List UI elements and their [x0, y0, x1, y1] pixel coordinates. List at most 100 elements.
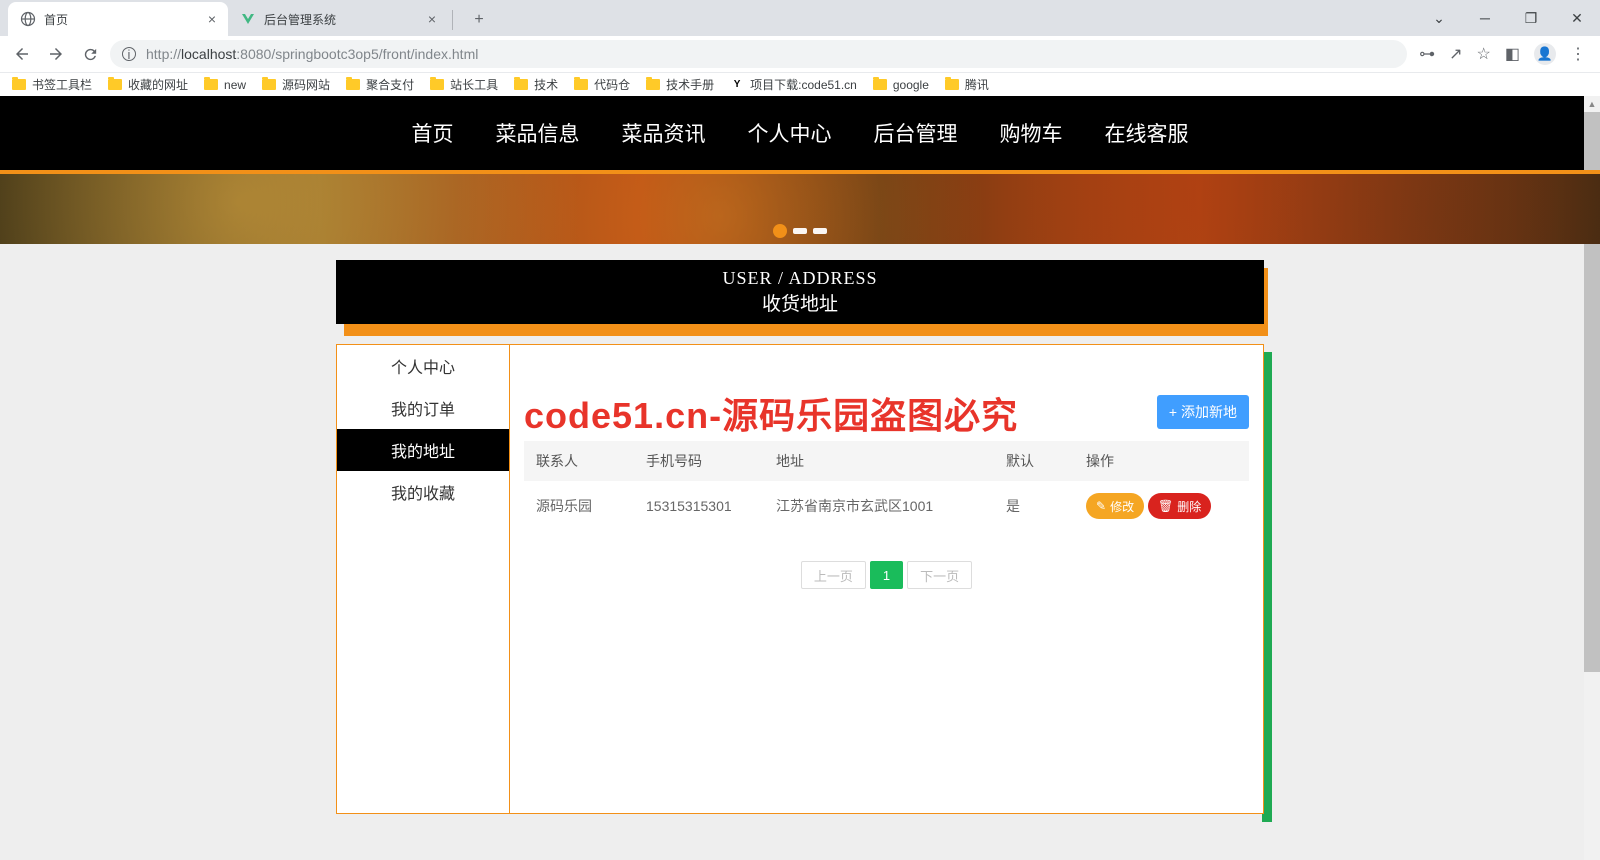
- maximize-button[interactable]: ❐: [1508, 0, 1554, 36]
- bookmark-item[interactable]: 源码网站: [262, 76, 330, 93]
- panel-icon[interactable]: ◧: [1505, 44, 1520, 64]
- url-text: http://localhost:8080/springbootc3op5/fr…: [146, 46, 1395, 62]
- bookmark-item[interactable]: 代码仓: [574, 76, 630, 93]
- add-address-button[interactable]: + 添加新地: [1157, 395, 1249, 429]
- star-icon[interactable]: ☆: [1477, 44, 1491, 64]
- page-number-button[interactable]: 1: [870, 561, 903, 589]
- sidebar-item-address[interactable]: 我的地址: [337, 429, 509, 471]
- tab-home[interactable]: 首页 ×: [8, 2, 228, 36]
- bookmark-item[interactable]: new: [204, 78, 246, 92]
- main-box: 个人中心 我的订单 我的地址 我的收藏 code51.cn-源码乐园盗图必究 +…: [336, 344, 1264, 814]
- nav-admin[interactable]: 后台管理: [874, 118, 958, 148]
- bookmark-item[interactable]: 收藏的网址: [108, 76, 188, 93]
- th-contact: 联系人: [524, 441, 634, 481]
- nav-news[interactable]: 菜品资讯: [622, 118, 706, 148]
- prev-page-button[interactable]: 上一页: [801, 561, 866, 589]
- carousel-dot-3[interactable]: [813, 228, 827, 234]
- delete-button[interactable]: 🗑 删除: [1148, 493, 1211, 519]
- tab-strip: 首页 × 后台管理系统 × + ⌄ ─ ❐ ✕: [0, 0, 1600, 36]
- folder-icon: [346, 79, 360, 90]
- nav-cart[interactable]: 购物车: [1000, 118, 1063, 148]
- key-icon[interactable]: ⊶: [1419, 44, 1435, 64]
- next-page-button[interactable]: 下一页: [907, 561, 972, 589]
- edit-button[interactable]: ✎ 修改: [1086, 493, 1144, 519]
- plus-icon: +: [1169, 404, 1177, 420]
- back-button[interactable]: [8, 40, 36, 68]
- folder-icon: [514, 79, 528, 90]
- bookmark-item[interactable]: 书签工具栏: [12, 76, 92, 93]
- browser-chrome: 首页 × 后台管理系统 × + ⌄ ─ ❐ ✕ i: [0, 0, 1600, 96]
- th-default: 默认: [994, 441, 1074, 481]
- sidebar: 个人中心 我的订单 我的地址 我的收藏: [336, 344, 510, 814]
- tab-admin[interactable]: 后台管理系统 ×: [228, 2, 448, 36]
- vue-icon: [240, 11, 256, 27]
- bookmark-item[interactable]: 腾讯: [945, 76, 989, 93]
- sidebar-item-favorites[interactable]: 我的收藏: [337, 471, 509, 513]
- table-header-row: 联系人 手机号码 地址 默认 操作: [524, 441, 1249, 481]
- address-bar-row: i http://localhost:8080/springbootc3op5/…: [0, 36, 1600, 72]
- forward-button[interactable]: [42, 40, 70, 68]
- th-phone: 手机号码: [634, 441, 764, 481]
- address-table: 联系人 手机号码 地址 默认 操作 源码乐园 15315315301 江苏省南京…: [524, 441, 1249, 531]
- nav-home[interactable]: 首页: [412, 118, 454, 148]
- bookmark-item[interactable]: google: [873, 78, 929, 92]
- page-title: USER / ADDRESS 收货地址: [336, 260, 1264, 324]
- folder-icon: [204, 79, 218, 90]
- nav-service[interactable]: 在线客服: [1105, 118, 1189, 148]
- folder-icon: [873, 79, 887, 90]
- folder-icon: [574, 79, 588, 90]
- reload-button[interactable]: [76, 40, 104, 68]
- carousel-dot-2[interactable]: [793, 228, 807, 234]
- title-zh: 收货地址: [762, 289, 838, 316]
- table-row: 源码乐园 15315315301 江苏省南京市玄武区1001 是 ✎ 修改: [524, 481, 1249, 531]
- menu-icon[interactable]: ⋮: [1570, 44, 1586, 64]
- folder-icon: [945, 79, 959, 90]
- pagination: 上一页 1 下一页: [524, 561, 1249, 589]
- cell-address: 江苏省南京市玄武区1001: [764, 481, 994, 531]
- carousel-dot-1[interactable]: [773, 224, 787, 238]
- folder-icon: [646, 79, 660, 90]
- cell-actions: ✎ 修改 🗑 删除: [1074, 481, 1249, 531]
- bookmark-item[interactable]: 技术: [514, 76, 558, 93]
- minimize-button[interactable]: ─: [1462, 0, 1508, 36]
- bookmark-item[interactable]: Y项目下载:code51.cn: [730, 76, 857, 93]
- y-icon: Y: [730, 78, 744, 92]
- bookmark-item[interactable]: 站长工具: [430, 76, 498, 93]
- close-window-button[interactable]: ✕: [1554, 0, 1600, 36]
- cell-phone: 15315315301: [634, 481, 764, 531]
- sidebar-item-profile[interactable]: 个人中心: [337, 345, 509, 387]
- page-content: ▲ 首页 菜品信息 菜品资讯 个人中心 后台管理 购物车 在线客服 USER /…: [0, 96, 1600, 814]
- top-nav: 首页 菜品信息 菜品资讯 个人中心 后台管理 购物车 在线客服: [0, 96, 1600, 170]
- nav-dishes[interactable]: 菜品信息: [496, 118, 580, 148]
- close-icon[interactable]: ×: [428, 11, 436, 27]
- close-icon[interactable]: ×: [208, 11, 216, 27]
- th-action: 操作: [1074, 441, 1249, 481]
- url-actions: ⊶ ↗ ☆ ◧ 👤 ⋮: [1413, 43, 1592, 65]
- url-bar[interactable]: i http://localhost:8080/springbootc3op5/…: [110, 40, 1407, 68]
- nav-profile[interactable]: 个人中心: [748, 118, 832, 148]
- th-address: 地址: [764, 441, 994, 481]
- banner-carousel: [0, 170, 1600, 244]
- content-wrap: USER / ADDRESS 收货地址 个人中心 我的订单 我的地址 我的收藏 …: [336, 260, 1264, 814]
- content-panel: code51.cn-源码乐园盗图必究 + 添加新地 联系人 手机号码 地址 默认…: [510, 344, 1264, 814]
- title-en: USER / ADDRESS: [722, 268, 877, 289]
- new-tab-button[interactable]: +: [465, 6, 493, 34]
- info-icon: i: [122, 47, 136, 61]
- scroll-up-icon[interactable]: ▲: [1584, 96, 1600, 112]
- folder-icon: [430, 79, 444, 90]
- carousel-dots: [773, 228, 827, 238]
- tab-title: 后台管理系统: [264, 11, 420, 28]
- folder-icon: [262, 79, 276, 90]
- watermark: code51.cn-源码乐园盗图必究: [524, 387, 1018, 439]
- folder-icon: [12, 79, 26, 90]
- cell-contact: 源码乐园: [524, 481, 634, 531]
- pencil-icon: ✎: [1096, 499, 1106, 513]
- folder-icon: [108, 79, 122, 90]
- bookmark-item[interactable]: 聚合支付: [346, 76, 414, 93]
- sidebar-item-orders[interactable]: 我的订单: [337, 387, 509, 429]
- share-icon[interactable]: ↗: [1449, 44, 1462, 64]
- chevron-down-icon[interactable]: ⌄: [1416, 0, 1462, 36]
- bookmark-item[interactable]: 技术手册: [646, 76, 714, 93]
- cell-default: 是: [994, 481, 1074, 531]
- profile-icon[interactable]: 👤: [1534, 43, 1556, 65]
